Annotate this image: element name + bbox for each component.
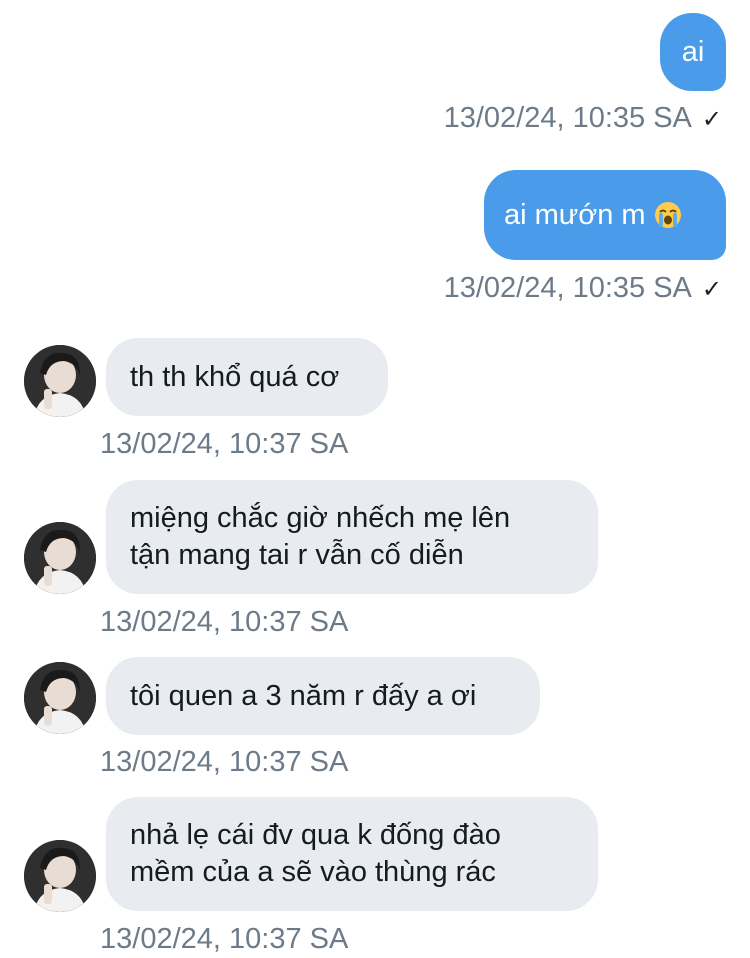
timestamp-text: 13/02/24, 10:37 SA [100,428,349,460]
avatar-photo-icon [24,522,96,594]
incoming-message-bubble[interactable]: miệng chắc giờ nhếch mẹ lên tận mang tai… [106,480,598,594]
message-text: tôi quen a 3 năm r đấy a ơi [130,679,477,712]
message-text: th th khổ quá cơ [130,360,340,393]
contact-avatar[interactable] [24,840,96,912]
chat-thread: ai 13/02/24, 10:35 SA ✓ ai mướn m 13/02/2… [0,0,750,958]
timestamp-text: 13/02/24, 10:37 SA [100,923,349,955]
incoming-message-bubble[interactable]: nhả lẹ cái đv qua k đống đào mềm của a s… [106,797,598,911]
loudly-crying-face-icon [654,202,681,228]
avatar-photo-icon [24,662,96,734]
contact-avatar[interactable] [24,662,96,734]
timestamp-text: 13/02/24, 10:35 SA [443,272,692,304]
check-icon: ✓ [701,276,722,303]
outgoing-message-bubble[interactable]: ai mướn m [484,170,726,260]
timestamp-text: 13/02/24, 10:37 SA [100,606,349,638]
incoming-message-bubble[interactable]: tôi quen a 3 năm r đấy a ơi [106,657,540,735]
message-timestamp: 13/02/24, 10:37 SA [100,745,348,779]
message-text: ai mướn m [504,198,646,231]
message-timestamp: 13/02/24, 10:37 SA [100,605,348,639]
message-timestamp: 13/02/24, 10:35 SA ✓ [444,271,722,307]
message-text: nhả lẹ cái đv qua k đống đào mềm của a s… [130,819,501,888]
message-timestamp: 13/02/24, 10:37 SA [100,427,348,461]
message-timestamp: 13/02/24, 10:37 SA [100,922,348,956]
message-timestamp: 13/02/24, 10:35 SA ✓ [444,101,722,137]
contact-avatar[interactable] [24,522,96,594]
avatar-photo-icon [24,840,96,912]
message-text: ai [681,35,705,68]
message-text: miệng chắc giờ nhếch mẹ lên tận mang tai… [130,502,511,571]
check-icon: ✓ [701,106,722,133]
incoming-message-bubble[interactable]: th th khổ quá cơ [106,338,388,416]
outgoing-message-bubble[interactable]: ai [660,13,726,91]
timestamp-text: 13/02/24, 10:37 SA [100,746,349,778]
avatar-photo-icon [24,345,96,417]
timestamp-text: 13/02/24, 10:35 SA [443,102,692,134]
contact-avatar[interactable] [24,345,96,417]
